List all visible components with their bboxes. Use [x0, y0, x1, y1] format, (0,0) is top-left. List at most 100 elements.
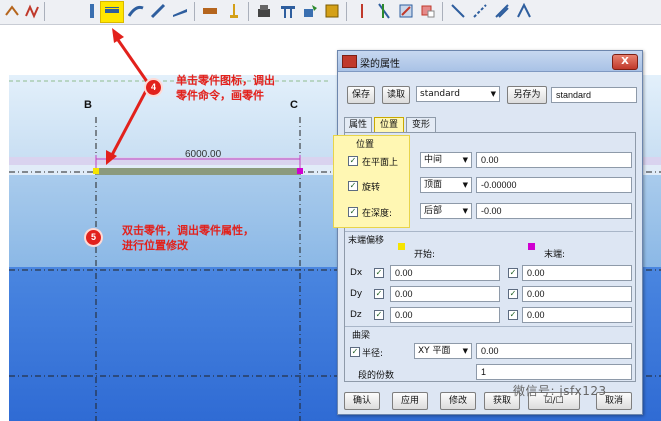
depth-checkbox[interactable]: ✓	[348, 207, 358, 217]
radius-label: 半径:	[362, 349, 384, 359]
preset-value: standard	[420, 89, 460, 99]
dx-start-checkbox[interactable]: ✓	[374, 268, 384, 278]
fitting-icon[interactable]	[302, 3, 318, 19]
bent-plate-icon[interactable]	[150, 3, 166, 19]
line-cut-icon[interactable]	[398, 3, 414, 19]
depth-label: 在深度:	[362, 209, 393, 219]
curved-beam-icon[interactable]	[128, 3, 144, 19]
load-button[interactable]: 读取	[382, 86, 410, 104]
dx-end-input[interactable]: 0.00	[522, 265, 632, 281]
watermark: 微信号: jsfx123	[513, 384, 607, 398]
section-divider	[345, 326, 633, 327]
polybeam-tool-icon[interactable]	[24, 3, 40, 19]
model-toolbar	[0, 0, 661, 25]
beam-tool-icon[interactable]	[4, 3, 20, 19]
bolt-icon[interactable]	[256, 3, 272, 19]
dx-start-input[interactable]: 0.00	[390, 265, 500, 281]
modify-button[interactable]: 修改	[440, 392, 476, 410]
on-plane-input[interactable]: 0.00	[476, 152, 632, 168]
ok-button[interactable]: 确认	[344, 392, 380, 410]
start-label: 开始:	[414, 250, 436, 260]
polygon-icon[interactable]	[494, 3, 510, 19]
rotation-select[interactable]: 顶面 ▼	[420, 177, 472, 193]
contour-plate-icon[interactable]	[376, 3, 392, 19]
pad-footing-icon[interactable]	[172, 3, 188, 19]
tab-position[interactable]: 位置	[374, 117, 404, 132]
depth-select[interactable]: 后部 ▼	[420, 203, 472, 219]
chevron-down-icon: ▼	[462, 181, 468, 189]
rebar-icon[interactable]	[226, 3, 242, 19]
curve-plane-value: XY 平面	[418, 346, 451, 356]
snap-icon[interactable]	[516, 3, 532, 19]
step-badge-4: 4	[146, 80, 161, 95]
plate-icon[interactable]	[354, 3, 370, 19]
dy-start-checkbox[interactable]: ✓	[374, 289, 384, 299]
curve-plane-select[interactable]: XY 平面 ▼	[414, 343, 472, 359]
rotation-input[interactable]: -0.00000	[476, 177, 632, 193]
annotation-step-5: 双击零件，调出零件属性， 进行位置修改	[122, 223, 254, 253]
toolbar-separator	[442, 2, 443, 21]
segments-input[interactable]: 1	[476, 364, 632, 380]
chevron-down-icon: ▼	[462, 207, 468, 215]
cut-icon[interactable]	[280, 3, 296, 19]
highlighted-beam-icon[interactable]	[104, 3, 120, 19]
save-as-button[interactable]: 另存为	[507, 86, 547, 104]
close-button[interactable]: X	[612, 54, 638, 70]
dz-start-input[interactable]: 0.00	[390, 307, 500, 323]
segments-label: 段的份数	[358, 371, 395, 381]
annotation-line: 双击零件，调出零件属性，	[122, 224, 254, 237]
beam-start-handle[interactable]	[93, 168, 99, 174]
start-color-swatch	[398, 243, 405, 250]
part-cut-icon[interactable]	[420, 3, 436, 19]
rotation-value: 顶面	[424, 180, 443, 190]
dz-end-checkbox[interactable]: ✓	[508, 310, 518, 320]
tab-attributes[interactable]: 属性	[344, 117, 372, 132]
dy-end-input[interactable]: 0.00	[522, 286, 632, 302]
grid-label-b: B	[84, 99, 92, 111]
on-plane-value: 中间	[424, 155, 443, 165]
toolbar-separator	[44, 2, 45, 21]
position-section-label: 位置	[356, 140, 375, 150]
weld-icon[interactable]	[324, 3, 340, 19]
depth-value: 后部	[424, 206, 443, 216]
dy-label: Dy	[350, 289, 363, 299]
dx-label: Dx	[350, 268, 363, 278]
edge-icon[interactable]	[472, 3, 488, 19]
on-plane-checkbox[interactable]: ✓	[348, 156, 358, 166]
dz-start-checkbox[interactable]: ✓	[374, 310, 384, 320]
dx-end-checkbox[interactable]: ✓	[508, 268, 518, 278]
radius-input[interactable]: 0.00	[476, 343, 632, 359]
curved-beam-section-label: 曲梁	[352, 331, 371, 341]
beam-end-handle[interactable]	[297, 168, 303, 174]
dz-label: Dz	[350, 310, 362, 320]
rotation-label: 旋转	[362, 183, 381, 193]
strip-footing-icon[interactable]	[202, 3, 218, 19]
annotation-line: 进行位置修改	[122, 239, 188, 252]
section-divider	[345, 231, 633, 232]
on-plane-select[interactable]: 中间 ▼	[420, 152, 472, 168]
annotation-line: 单击零件图标，调出	[176, 74, 275, 87]
annotation-line: 零件命令，画零件	[176, 89, 264, 102]
dy-start-input[interactable]: 0.00	[390, 286, 500, 302]
column-icon[interactable]	[84, 3, 100, 19]
save-as-input[interactable]: standard	[551, 87, 637, 103]
depth-input[interactable]: -0.00	[476, 203, 632, 219]
dy-end-checkbox[interactable]: ✓	[508, 289, 518, 299]
chamfer-icon[interactable]	[450, 3, 466, 19]
preset-select[interactable]: standard ▼	[416, 86, 500, 102]
toolbar-separator	[346, 2, 347, 21]
rotation-checkbox[interactable]: ✓	[348, 181, 358, 191]
apply-button[interactable]: 应用	[392, 392, 428, 410]
end-offset-section-label: 末端偏移	[348, 236, 385, 246]
dz-end-input[interactable]: 0.00	[522, 307, 632, 323]
beam-part[interactable]	[96, 168, 300, 175]
annotation-step-4: 单击零件图标，调出 零件命令，画零件	[176, 73, 275, 103]
radius-checkbox[interactable]: ✓	[350, 347, 360, 357]
step-badge-5: 5	[86, 230, 101, 245]
tab-deformation[interactable]: 变形	[406, 117, 436, 132]
chevron-down-icon: ▼	[462, 347, 468, 355]
grid-label-c: C	[290, 99, 298, 111]
save-button[interactable]: 保存	[347, 86, 375, 104]
on-plane-label: 在平面上	[362, 158, 399, 168]
dialog-title-bar[interactable]: 梁的属性 X	[338, 51, 642, 72]
